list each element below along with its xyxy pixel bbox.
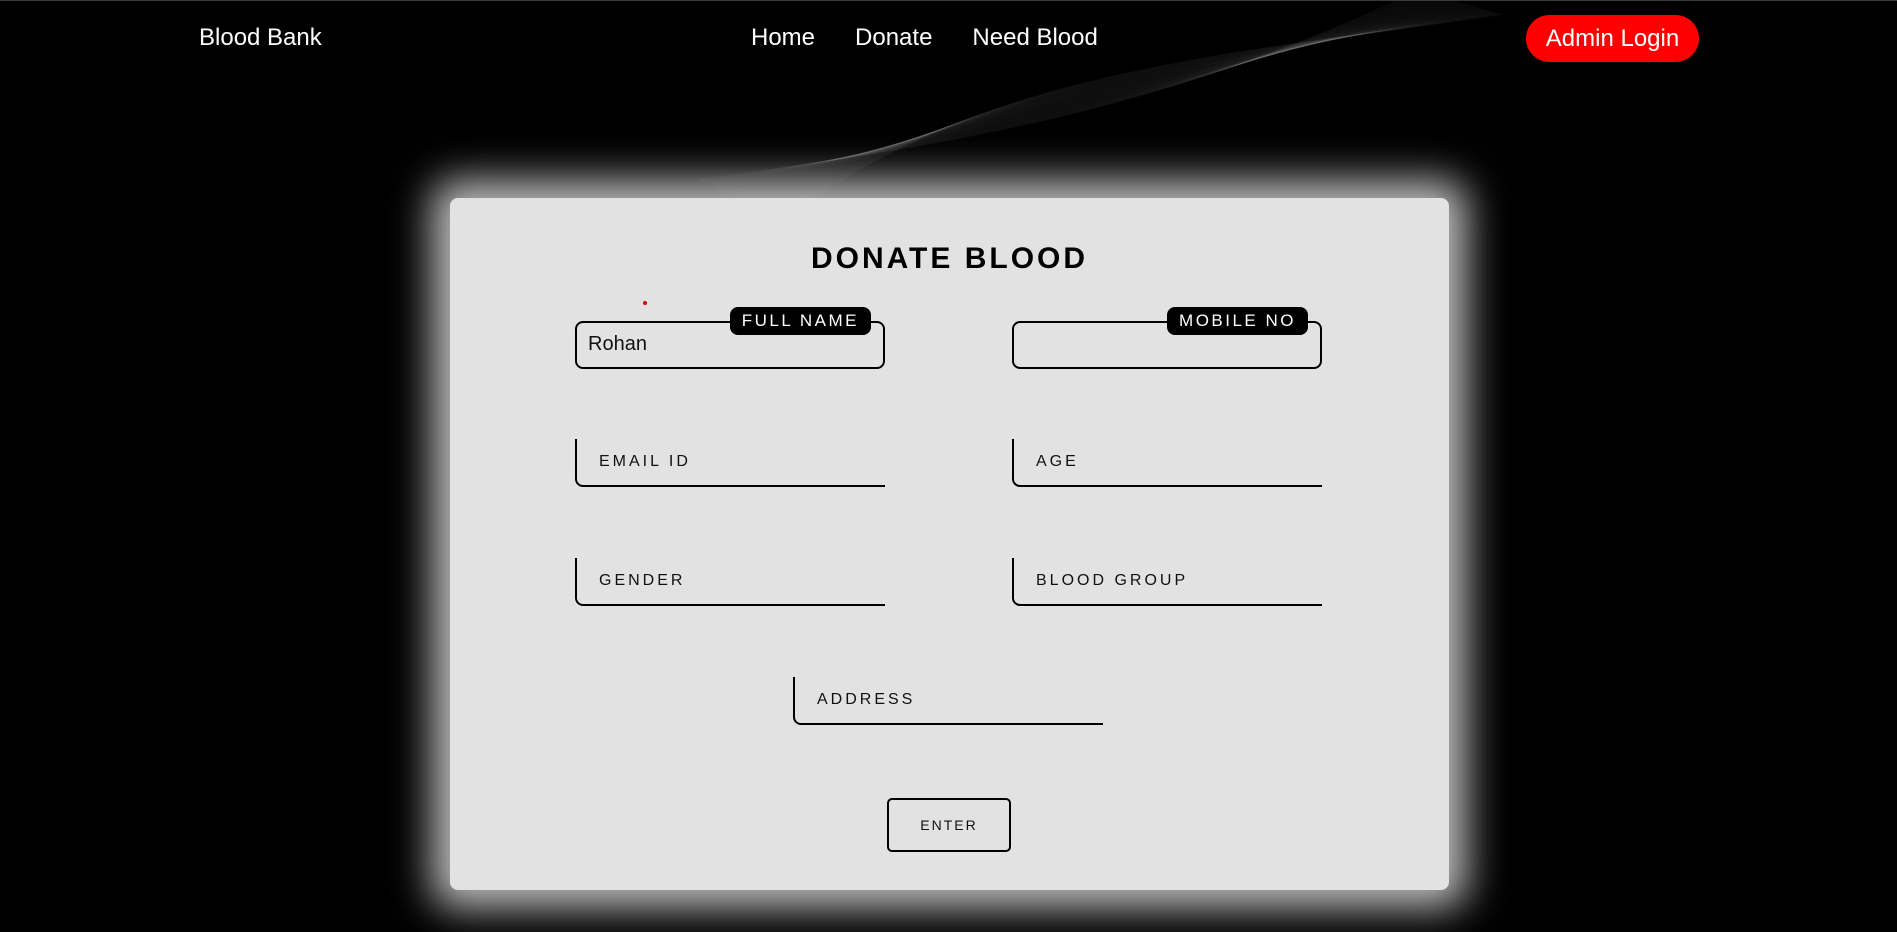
nav-link-home[interactable]: Home: [751, 24, 815, 52]
full-name-label: FULL NAME: [729, 307, 871, 335]
gender-field[interactable]: GENDER: [575, 558, 885, 606]
email-id-placeholder: EMAIL ID: [599, 453, 691, 470]
page: Blood Bank Home Donate Need Blood Admin …: [0, 0, 1897, 932]
full-name-field[interactable]: Rohan FULL NAME: [575, 307, 885, 369]
address-field[interactable]: ADDRESS: [793, 677, 1103, 725]
decorative-dot: [643, 301, 647, 305]
address-placeholder: ADDRESS: [817, 691, 916, 708]
nav-link-donate[interactable]: Donate: [855, 24, 932, 52]
donate-form-card: DONATE BLOOD Rohan FULL NAME MOBILE NO E…: [450, 198, 1449, 890]
nav-link-need-blood[interactable]: Need Blood: [972, 24, 1097, 52]
brand-logo-link[interactable]: Blood Bank: [199, 24, 322, 52]
main-nav: Home Donate Need Blood: [751, 24, 1098, 52]
blood-group-field[interactable]: BLOOD GROUP: [1012, 558, 1322, 606]
mobile-no-field[interactable]: MOBILE NO: [1012, 307, 1322, 369]
full-name-value: Rohan: [588, 333, 647, 355]
mobile-no-label: MOBILE NO: [1167, 307, 1308, 335]
blood-group-placeholder: BLOOD GROUP: [1036, 572, 1189, 589]
age-field[interactable]: AGE: [1012, 439, 1322, 487]
top-border: [0, 0, 1897, 1]
form-title: DONATE BLOOD: [810, 242, 1089, 275]
enter-button[interactable]: ENTER: [887, 798, 1011, 852]
email-id-field[interactable]: EMAIL ID: [575, 439, 885, 487]
age-placeholder: AGE: [1036, 453, 1079, 470]
gender-placeholder: GENDER: [599, 572, 686, 589]
admin-login-button[interactable]: Admin Login: [1526, 15, 1699, 62]
